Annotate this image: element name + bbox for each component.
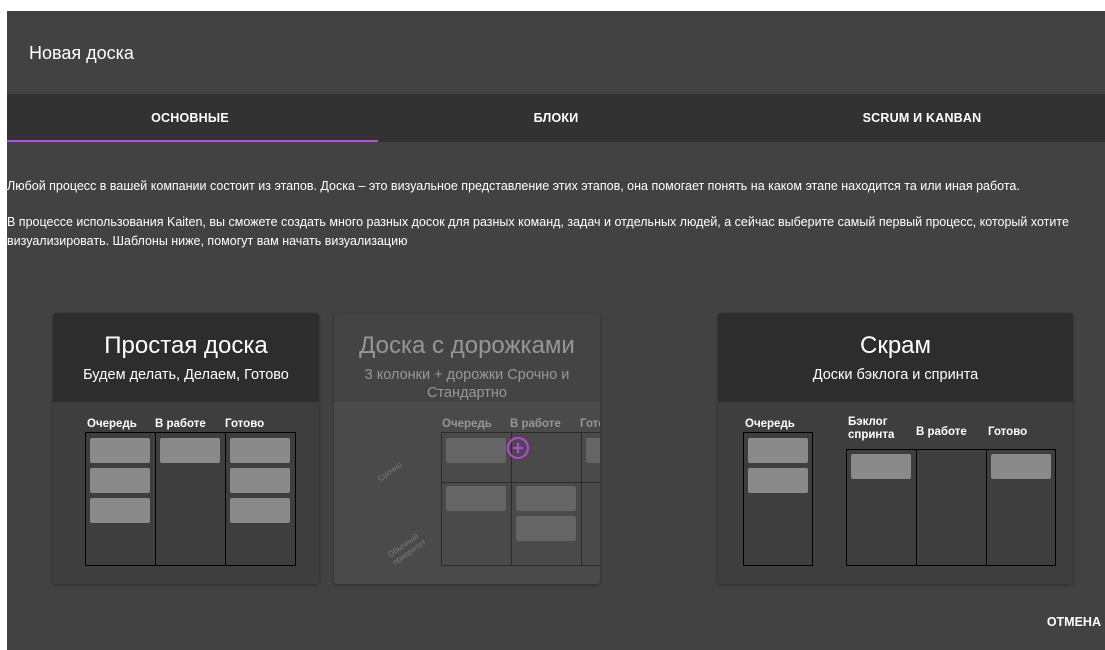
column-divider [581,432,582,566]
card-header: Скрам Доски бэклога и спринта [718,313,1073,402]
column-label: В работе [155,418,206,430]
card-title: Доска с дорожками [359,332,575,359]
dialog-title: Новая доска [29,43,134,63]
card-header: Простая доска Будем делать, Делаем, Гото… [53,313,319,402]
column-divider [916,449,917,566]
column-divider [225,432,226,566]
intro-paragraph-2: В процессе использования Kaiten, вы смож… [7,215,1069,248]
card-title: Простая доска [104,332,268,359]
new-board-dialog: Новая доска ОСНОВНЫЕ БЛОКИ SCRUM И KANBA… [7,11,1105,650]
board-preview: Очередь В работе Готово Срочно Обычный п… [334,402,600,584]
column-label: Готово [225,418,265,430]
column-label: Бэклог спринта [848,416,895,441]
column-label: Очередь [87,418,137,430]
plus-circle-icon [507,437,529,459]
template-card-lanes[interactable]: Доска с дорожками 3 колонки + дорожки Ср… [334,313,600,584]
card-placeholder [90,468,150,493]
card-title: Скрам [859,332,932,359]
tab-bar: ОСНОВНЫЕ БЛОКИ SCRUM И KANBAN [7,94,1105,142]
intro-paragraph-1: Любой процесс в вашей компании состоит и… [7,179,1020,193]
card-placeholder [748,468,808,493]
column-label: Очередь [745,418,795,430]
card-placeholder [748,438,808,463]
card-subtitle: Будем делать, Делаем, Готово [83,367,289,383]
intro-text: Любой процесс в вашей компании состоит и… [7,177,1097,268]
column-label: В работе [510,418,561,430]
lane-label-urgent: Срочно [376,460,404,484]
card-placeholder [516,486,576,511]
board-preview: Очередь В работе Готово [53,402,319,584]
card-placeholder [90,498,150,523]
card-placeholder [991,454,1051,479]
column-label: Очередь [442,418,492,430]
card-placeholder [230,498,290,523]
column-divider [155,432,156,566]
card-subtitle: Доски бэклога и спринта [812,367,979,383]
cancel-button[interactable]: ОТМЕНА [1047,615,1101,629]
column-label: Готово [988,426,1028,438]
card-placeholder [230,468,290,493]
tab-blocks[interactable]: БЛОКИ [373,94,739,142]
template-card-scrum[interactable]: Скрам Доски бэклога и спринта Очередь Бэ… [718,313,1073,584]
column-divider [986,449,987,566]
card-placeholder [90,438,150,463]
card-placeholder [446,486,506,511]
lane-label-normal: Обычный приоритет [386,531,428,567]
card-placeholder [230,438,290,463]
card-placeholder [851,454,911,479]
card-placeholder [160,438,220,463]
tab-scrum-kanban[interactable]: SCRUM И KANBAN [739,94,1105,142]
column-label: Готово [580,418,600,430]
card-subtitle: 3 колонки + дорожки Срочно и Стандартно [364,367,570,401]
card-placeholder [516,516,576,541]
card-placeholder [446,438,506,463]
template-card-simple[interactable]: Простая доска Будем делать, Делаем, Гото… [53,313,319,584]
card-header: Доска с дорожками 3 колонки + дорожки Ср… [334,313,600,402]
lane-divider [441,482,600,483]
tab-basic[interactable]: ОСНОВНЫЕ [7,94,378,142]
column-label: В работе [916,426,967,438]
card-placeholder [586,438,600,463]
board-preview: Очередь Бэклог спринта В работе Готово [718,402,1073,584]
